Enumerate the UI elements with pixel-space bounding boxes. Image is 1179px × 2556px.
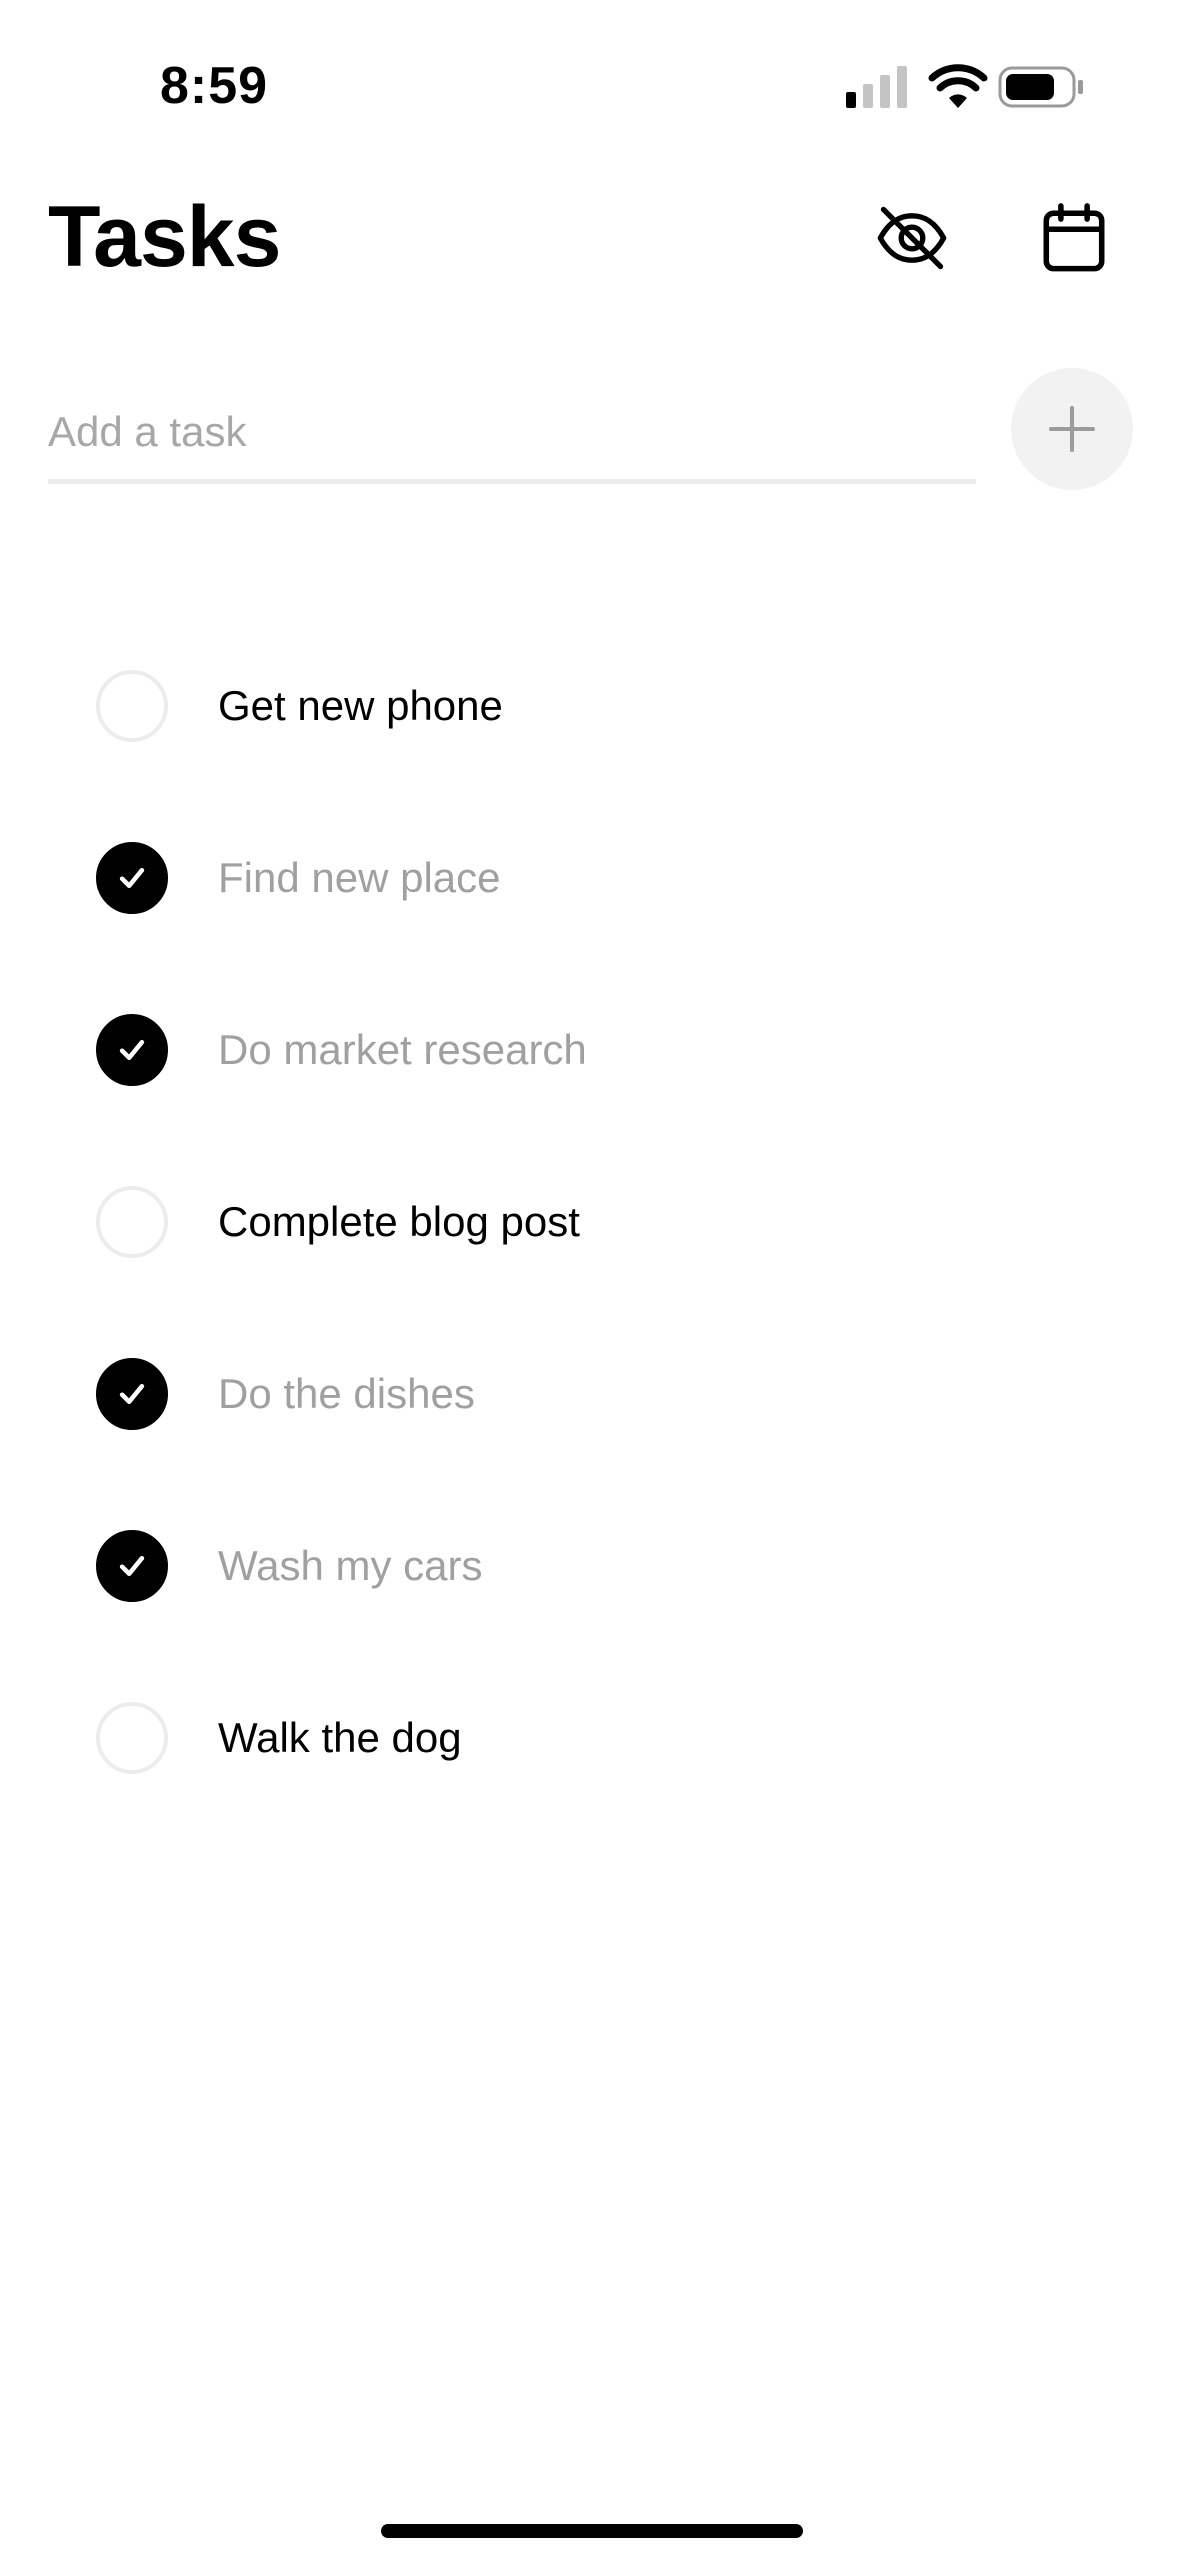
- battery-icon: [998, 66, 1083, 108]
- cellular-signal-icon: [846, 66, 907, 108]
- task-checkbox[interactable]: [96, 670, 168, 742]
- home-indicator[interactable]: [381, 2524, 803, 2538]
- checkmark-icon: [119, 867, 145, 889]
- wifi-icon: [928, 64, 988, 108]
- task-item[interactable]: Do the dishes: [0, 1308, 1179, 1480]
- eye-slash-icon: [877, 206, 947, 270]
- task-checkbox[interactable]: [96, 1358, 168, 1430]
- task-label: Do market research: [218, 1026, 587, 1073]
- tasks-screen: 8:59 Tasks Add a task Get new phone Find…: [0, 0, 1179, 2556]
- task-checkbox[interactable]: [96, 842, 168, 914]
- add-task-row: [48, 360, 1148, 500]
- task-label: Walk the dog: [218, 1714, 462, 1761]
- task-label: Complete blog post: [218, 1198, 580, 1245]
- task-list: Get new phone Find new place Do market r…: [0, 620, 1179, 1824]
- task-label: Find new place: [218, 854, 501, 901]
- task-label: Do the dishes: [218, 1370, 475, 1417]
- task-checkbox[interactable]: [96, 1014, 168, 1086]
- plus-icon: [1049, 406, 1095, 452]
- task-item[interactable]: Wash my cars: [0, 1480, 1179, 1652]
- task-checkbox[interactable]: [96, 1186, 168, 1258]
- task-item[interactable]: Do market research: [0, 964, 1179, 1136]
- task-item[interactable]: Find new place: [0, 792, 1179, 964]
- add-task-input[interactable]: [48, 384, 976, 484]
- task-label: Wash my cars: [218, 1542, 483, 1589]
- calendar-icon: [1043, 203, 1105, 272]
- calendar-button[interactable]: [1026, 190, 1122, 286]
- task-item[interactable]: Get new phone: [0, 620, 1179, 792]
- add-task-button[interactable]: [1011, 368, 1133, 490]
- checkmark-icon: [119, 1383, 145, 1405]
- page-title: Tasks: [48, 189, 281, 285]
- task-checkbox[interactable]: [96, 1702, 168, 1774]
- status-time: 8:59: [160, 57, 269, 115]
- task-item[interactable]: Complete blog post: [0, 1136, 1179, 1308]
- status-bar: 8:59: [0, 0, 1179, 170]
- hide-completed-button[interactable]: [864, 190, 960, 286]
- task-checkbox[interactable]: [96, 1530, 168, 1602]
- task-item[interactable]: Walk the dog: [0, 1652, 1179, 1824]
- task-label: Get new phone: [218, 682, 503, 729]
- checkmark-icon: [119, 1039, 145, 1061]
- checkmark-icon: [119, 1555, 145, 1577]
